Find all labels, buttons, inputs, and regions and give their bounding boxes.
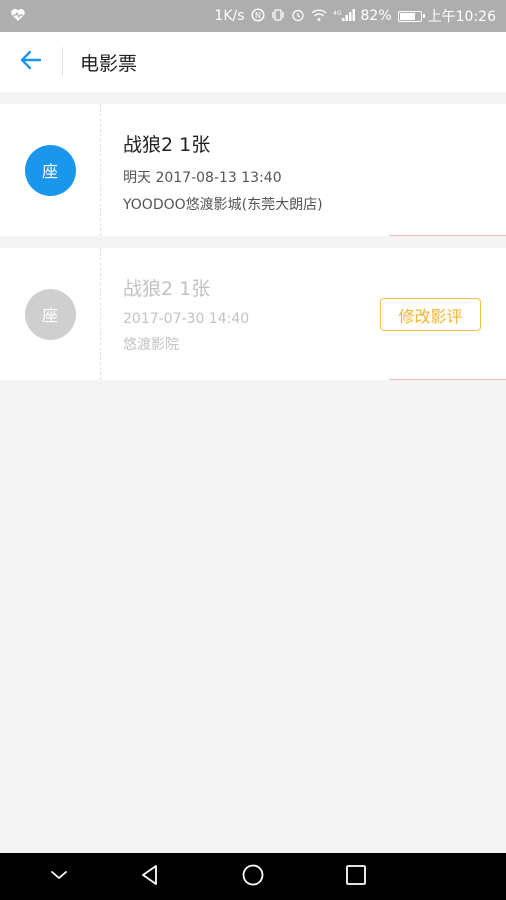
svg-text:N: N: [255, 11, 261, 20]
arrow-left-icon: [20, 49, 42, 75]
ticket-info: 战狼2 1张 明天 2017-08-13 13:40 YOODOO悠渡影城(东莞…: [101, 104, 506, 236]
nfc-icon: N: [251, 7, 265, 25]
show-time: 明天 2017-08-13 13:40: [123, 170, 282, 186]
triangle-back-icon: [139, 863, 161, 891]
battery-icon: [397, 10, 425, 22]
system-nav-bar: [0, 853, 506, 900]
header: 电影票: [0, 32, 506, 92]
network-speed: 1K/s: [214, 8, 245, 24]
ticket-seat-column: 座: [0, 104, 101, 236]
status-bar: 1K/s N 4G 82% 上午10:26: [0, 0, 506, 32]
header-divider: [62, 47, 63, 77]
ticket-list: 座 战狼2 1张 明天 2017-08-13 13:40 YOODOO悠渡影城(…: [0, 104, 506, 380]
vibrate-icon: [271, 8, 285, 25]
seat-badge: 座: [24, 288, 76, 340]
seat-label: 座: [41, 306, 58, 325]
circle-home-icon: [241, 863, 265, 891]
cinema-name: 悠渡影院: [123, 337, 179, 353]
card-accent-line: [389, 235, 506, 236]
chevron-down-icon: [49, 867, 69, 886]
recents-nav-button[interactable]: [326, 853, 386, 900]
hide-nav-button[interactable]: [29, 853, 89, 900]
ticket-card-past[interactable]: 座 战狼2 1张 2017-07-30 14:40 悠渡影院 修改影评: [0, 248, 506, 380]
movie-title: 战狼2 1张: [123, 278, 211, 300]
seat-label: 座: [41, 162, 58, 181]
back-button[interactable]: [0, 32, 62, 92]
ticket-card-upcoming[interactable]: 座 战狼2 1张 明天 2017-08-13 13:40 YOODOO悠渡影城(…: [0, 104, 506, 236]
cinema-name: YOODOO悠渡影城(东莞大朗店): [123, 197, 323, 213]
svg-text:4G: 4G: [333, 10, 342, 17]
wifi-icon: [311, 8, 327, 25]
signal-icon: 4G: [333, 8, 355, 25]
clock: 上午10:26: [427, 9, 496, 25]
alarm-icon: [291, 8, 305, 25]
home-nav-button[interactable]: [223, 853, 283, 900]
back-nav-button[interactable]: [120, 853, 180, 900]
edit-review-button[interactable]: 修改影评: [380, 298, 481, 331]
page-title: 电影票: [80, 52, 138, 75]
heart-monitor-icon: [10, 8, 26, 25]
square-recents-icon: [345, 864, 367, 890]
battery-percent: 82%: [360, 8, 392, 24]
movie-title: 战狼2 1张: [123, 134, 211, 156]
ticket-seat-column: 座: [0, 248, 101, 380]
seat-badge: 座: [24, 144, 76, 196]
card-accent-line: [389, 379, 506, 380]
